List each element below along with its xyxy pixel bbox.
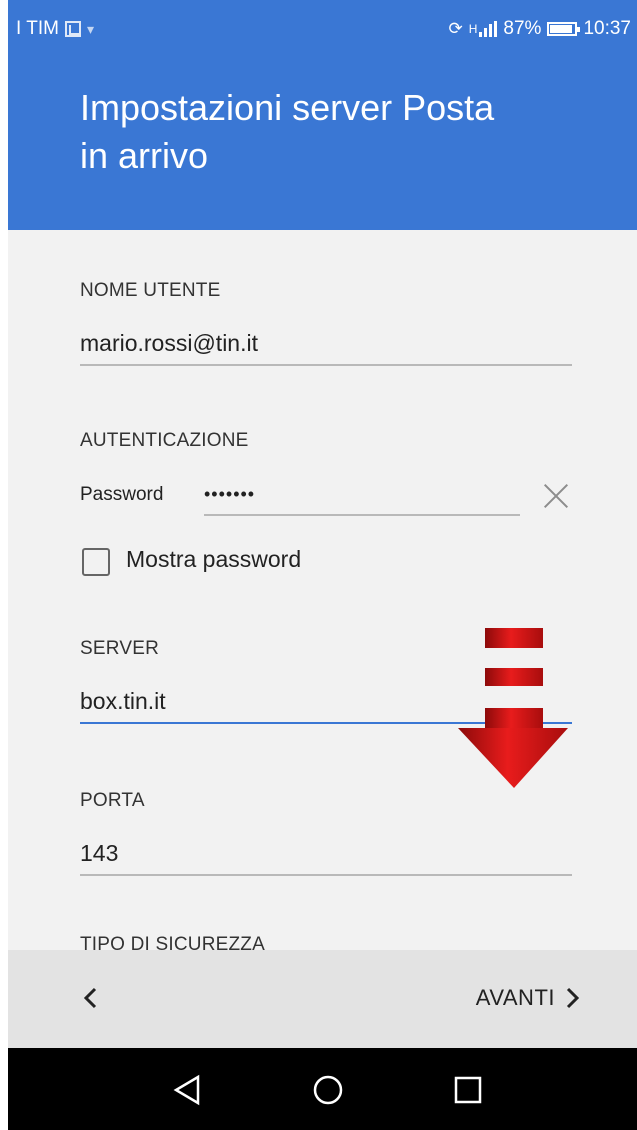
network-type-label: H (468, 22, 478, 36)
signal-icon (479, 21, 498, 37)
clear-password-icon[interactable] (541, 480, 571, 510)
red-down-arrow-icon (458, 628, 568, 788)
back-triangle-icon[interactable] (168, 1072, 208, 1108)
port-label: PORTA (80, 790, 145, 811)
recents-square-icon[interactable] (448, 1072, 488, 1108)
home-circle-icon[interactable] (308, 1072, 348, 1108)
rotate-icon: ⟳ (448, 19, 463, 38)
page-title: Impostazioni server Posta in arrivo (80, 84, 600, 180)
action-bar: AVANTI (8, 950, 637, 1048)
phone-screen: I TIM ▾ ⟳ H 87% 10:37 Impostazioni serve… (8, 0, 637, 1130)
next-button[interactable]: AVANTI (476, 980, 581, 1016)
chevron-right-icon (566, 987, 580, 1009)
authentication-label: AUTENTICAZIONE (80, 430, 249, 451)
port-field[interactable]: 143 (80, 840, 118, 867)
password-underline (204, 514, 520, 516)
carrier-label: I TIM (16, 18, 59, 39)
status-bar: I TIM ▾ ⟳ H 87% 10:37 (8, 0, 637, 60)
sim-icon (64, 21, 81, 37)
password-label: Password (80, 484, 164, 505)
app-bar: Impostazioni server Posta in arrivo (8, 60, 637, 230)
wifi-icon: ▾ (86, 20, 94, 37)
server-label: SERVER (80, 638, 159, 659)
password-field[interactable]: ••••••• (204, 484, 255, 505)
username-underline (80, 364, 572, 366)
username-field[interactable]: mario.rossi@tin.it (80, 330, 258, 357)
security-type-label: TIPO DI SICUREZZA (80, 934, 265, 950)
system-nav-bar (8, 1048, 637, 1130)
clock: 10:37 (583, 18, 631, 39)
username-label: NOME UTENTE (80, 280, 221, 301)
page-title-line-1: Impostazioni server Posta (80, 87, 495, 128)
battery-percent: 87% (503, 18, 542, 39)
page-title-line-2: in arrivo (80, 135, 209, 176)
chevron-left-icon[interactable] (80, 986, 100, 1010)
port-underline (80, 874, 572, 876)
show-password-checkbox[interactable] (82, 548, 110, 576)
next-button-label: AVANTI (475, 985, 555, 1010)
server-field[interactable]: box.tin.it (80, 688, 166, 715)
battery-icon (547, 22, 581, 36)
settings-form: NOME UTENTE mario.rossi@tin.it AUTENTICA… (8, 230, 637, 950)
show-password-label[interactable]: Mostra password (126, 546, 301, 573)
